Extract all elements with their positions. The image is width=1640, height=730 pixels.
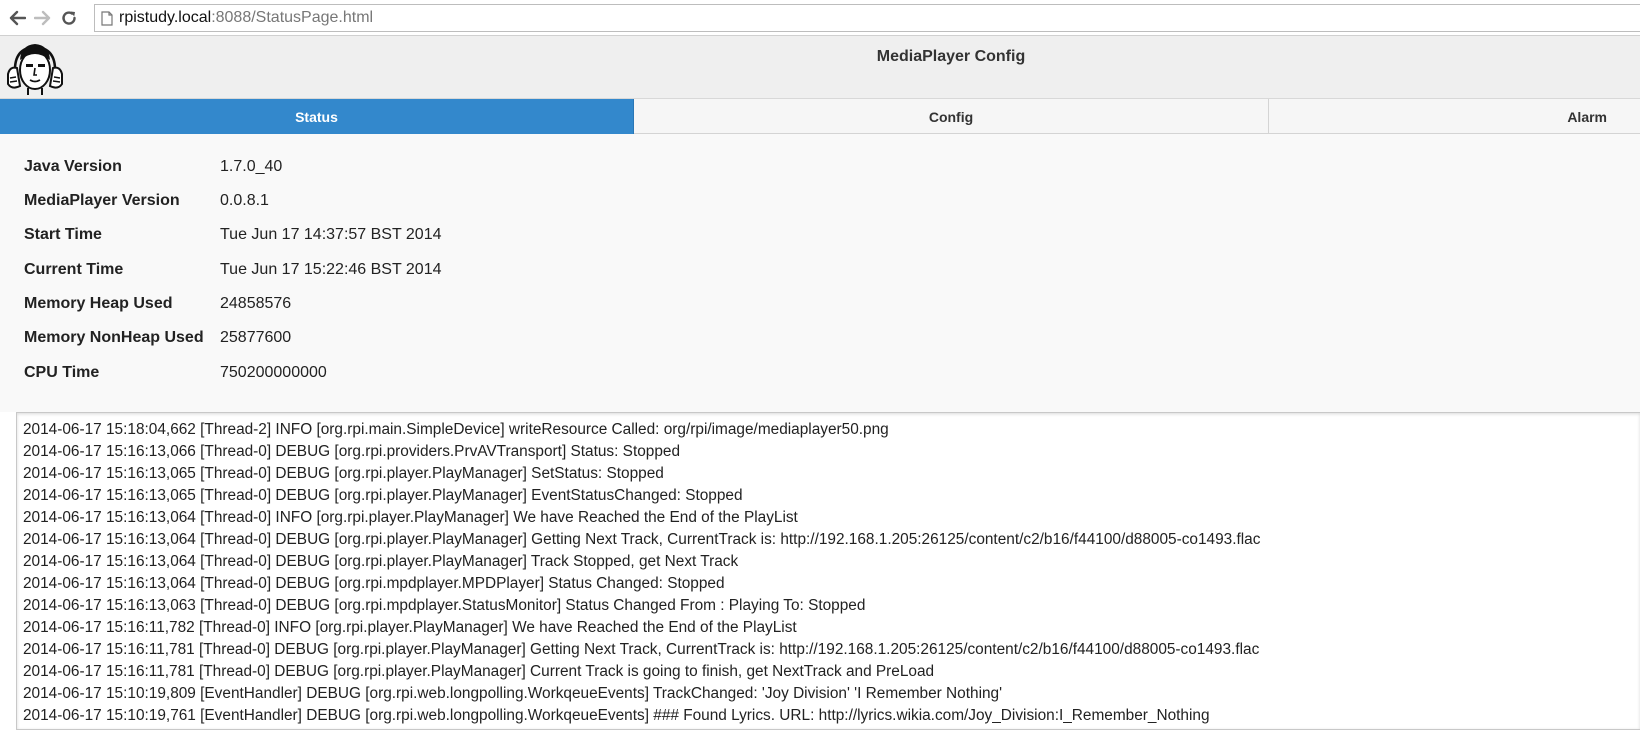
info-value: Tue Jun 17 15:22:46 BST 2014 <box>220 261 442 278</box>
info-label: Current Time <box>24 261 124 278</box>
info-row-mediaplayer-version: MediaPlayer Version 0.0.8.1 <box>24 186 269 216</box>
info-value: 750200000000 <box>220 364 327 381</box>
reload-button[interactable] <box>58 7 80 29</box>
forward-button[interactable] <box>32 7 54 29</box>
reload-icon <box>62 10 76 25</box>
tab-bar: Status Config Alarm <box>0 99 1640 134</box>
info-value: 25877600 <box>220 329 292 346</box>
tab-alarm[interactable]: Alarm <box>1269 99 1640 134</box>
info-value: 1.7.0_40 <box>220 158 283 175</box>
app-header: MediaPlayer Config <box>0 36 1640 99</box>
info-label: Memory NonHeap Used <box>24 329 204 346</box>
log-line: 2014-06-17 15:16:13,065 [Thread-0] DEBUG… <box>23 487 743 504</box>
info-row-current-time: Current Time Tue Jun 17 15:22:46 BST 201… <box>24 255 442 285</box>
url-path: :8088/StatusPage.html <box>211 9 374 26</box>
info-row-memory-heap-used: Memory Heap Used 24858576 <box>24 289 291 319</box>
info-label: Start Time <box>24 226 102 243</box>
info-label: Java Version <box>24 158 122 175</box>
arrow-left-icon <box>9 10 26 25</box>
status-panel: Java Version 1.7.0_40 MediaPlayer Versio… <box>0 134 1640 412</box>
info-row-memory-nonheap-used: Memory NonHeap Used 25877600 <box>24 323 291 353</box>
log-line: 2014-06-17 15:16:13,063 [Thread-0] DEBUG… <box>23 597 866 614</box>
log-line: 2014-06-17 15:16:13,064 [Thread-0] DEBUG… <box>23 531 1261 548</box>
url-host: rpistudy.local <box>119 9 212 26</box>
tab-config[interactable]: Config <box>634 99 1269 134</box>
info-label: MediaPlayer Version <box>24 192 180 209</box>
log-line: 2014-06-17 15:18:04,662 [Thread-2] INFO … <box>23 421 889 438</box>
log-line: 2014-06-17 15:16:13,064 [Thread-0] DEBUG… <box>23 575 725 592</box>
log-line: 2014-06-17 15:16:11,781 [Thread-0] DEBUG… <box>23 641 1260 658</box>
back-button[interactable] <box>6 7 28 29</box>
info-value: 0.0.8.1 <box>220 192 269 209</box>
info-label: CPU Time <box>24 364 100 381</box>
info-row-start-time: Start Time Tue Jun 17 14:37:57 BST 2014 <box>24 220 442 250</box>
log-line: 2014-06-17 15:16:11,781 [Thread-0] DEBUG… <box>23 663 935 680</box>
page-icon <box>101 10 113 26</box>
browser-toolbar: rpistudy.local:8088/StatusPage.html <box>0 0 1640 36</box>
log-line: 2014-06-17 15:16:13,064 [Thread-0] DEBUG… <box>23 553 739 570</box>
log-line: 2014-06-17 15:16:13,064 [Thread-0] INFO … <box>23 509 798 526</box>
tab-status[interactable]: Status <box>0 99 634 134</box>
log-textarea[interactable]: 2014-06-17 15:18:04,662 [Thread-2] INFO … <box>16 412 1640 730</box>
info-value: 24858576 <box>220 295 292 312</box>
log-line: 2014-06-17 15:16:13,065 [Thread-0] DEBUG… <box>23 465 664 482</box>
info-value: Tue Jun 17 14:37:57 BST 2014 <box>220 226 442 243</box>
log-line: 2014-06-17 15:16:11,782 [Thread-0] INFO … <box>23 619 797 636</box>
page-title: MediaPlayer Config <box>876 48 1026 65</box>
log-line: 2014-06-17 15:16:13,066 [Thread-0] DEBUG… <box>23 443 681 460</box>
log-line: 2014-06-17 15:10:19,761 [EventHandler] D… <box>23 707 1210 724</box>
info-row-java-version: Java Version 1.7.0_40 <box>24 152 282 182</box>
address-bar[interactable]: rpistudy.local:8088/StatusPage.html <box>94 4 1640 32</box>
arrow-right-icon <box>34 10 51 25</box>
log-line: 2014-06-17 15:10:19,809 [EventHandler] D… <box>23 685 1003 702</box>
info-label: Memory Heap Used <box>24 295 173 312</box>
info-row-cpu-time: CPU Time 750200000000 <box>24 358 327 388</box>
